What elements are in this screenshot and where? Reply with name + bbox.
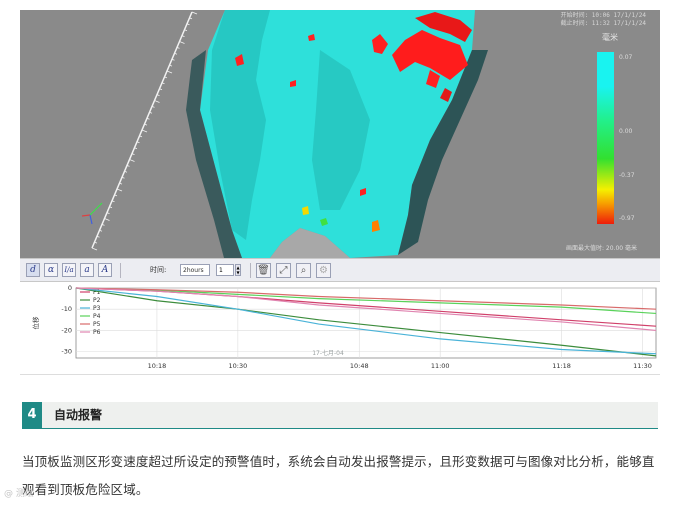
deformation-3d-viewport[interactable]: 开始时间: 10:06 17/1/1/24 截止时间: 11:32 17/1/1… [20, 10, 660, 258]
range-value-input[interactable]: 1 [216, 264, 234, 276]
scale-ruler [91, 11, 198, 251]
delete-icon[interactable]: 🗑 [256, 263, 271, 278]
tool-button-2[interactable]: α [44, 263, 58, 277]
toolbar-divider-2 [250, 263, 251, 278]
x-tick-label: 11:30 [633, 362, 652, 370]
color-scale-bar [597, 52, 614, 224]
ruler-tick [116, 188, 123, 192]
legend-label-p3: P3 [93, 305, 101, 312]
ruler-tick [91, 247, 98, 251]
section-heading: 4 自动报警 [22, 402, 658, 429]
legend-label-p5: P5 [93, 321, 101, 328]
x-tick-label: 10:30 [228, 362, 247, 370]
chart-toolbar: d α I/a a A 时间: 2hours 1 ▲ ▼ 🗑 ⤢ ⌕ ⚙ [20, 258, 660, 282]
ruler-tick [179, 41, 185, 44]
chart-canvas: 0 -10 -20 -30 10:18 10:30 10:48 11:00 11:18 11:30… [31, 284, 657, 370]
tool-button-5[interactable]: A [98, 263, 112, 277]
ruler-tick [141, 129, 148, 133]
legend-tick-mid: 0.00 [619, 128, 633, 135]
axis-gizmo [81, 202, 103, 225]
zoom-icon[interactable]: ⌕ [296, 263, 311, 278]
legend-tick-lower: -0.37 [619, 172, 635, 179]
legend-tick-top: 0.07 [619, 54, 633, 61]
section-number: 4 [22, 402, 42, 428]
x-tick-label: 10:48 [350, 362, 369, 370]
point-cloud-scene [81, 10, 488, 258]
ruler-tick [166, 70, 173, 74]
legend-tick-bottom: -0.97 [619, 215, 635, 222]
x-tick-label: 10:18 [148, 362, 167, 370]
time-range-select[interactable]: 2hours [180, 264, 210, 276]
x-tick-label: 11:18 [552, 362, 571, 370]
watermark: @ 测绘 [4, 489, 34, 499]
ruler-tick [154, 100, 160, 103]
section-title: 自动报警 [54, 408, 103, 422]
tool-button-4[interactable]: a [80, 263, 94, 277]
time-range-label: 时间: [150, 266, 167, 274]
description-paragraph: 当顶板监测区形变速度超过所设定的预警值时，系统会自动发出报警提示，且形变数据可与… [22, 454, 655, 497]
ruler-tick [191, 11, 198, 15]
settings-icon[interactable]: ⚙ [316, 263, 331, 278]
ruler-tick [104, 218, 110, 221]
end-time-line: 截止时间: 11:32 17/1/1/24 [560, 20, 646, 27]
y-axis-label: 位移 [31, 316, 40, 330]
start-time-line: 开始时间: 10:06 17/1/1/24 [560, 12, 646, 19]
scale-max-label: 画面最大值时: 20.00 毫米 [566, 245, 638, 252]
toolbar-divider [120, 263, 121, 278]
range-spinner[interactable]: ▲ ▼ [235, 264, 241, 276]
chart-annotation: 17-七月-04 [312, 349, 344, 357]
tool-button-1[interactable]: d [26, 263, 40, 277]
legend-unit-label: 毫米 [602, 33, 618, 42]
legend-label-p6: P6 [93, 329, 101, 336]
y-tick-label: -10 [61, 305, 72, 313]
y-tick-label: -20 [61, 326, 72, 334]
time-range-info: 开始时间: 10:06 17/1/1/24 截止时间: 11:32 17/1/1… [561, 12, 646, 28]
legend-label-p2: P2 [93, 297, 101, 304]
roof-surface [186, 10, 488, 258]
y-tick-label: 0 [68, 284, 72, 292]
zoom-fit-icon[interactable]: ⤢ [276, 263, 291, 278]
y-tick-label: -30 [61, 348, 72, 356]
tool-button-3[interactable]: I/a [62, 263, 76, 277]
legend-label-p4: P4 [93, 313, 101, 320]
x-tick-label: 11:00 [431, 362, 450, 370]
displacement-chart: 0 -10 -20 -30 10:18 10:30 10:48 11:00 11:18 11:30… [20, 282, 660, 375]
ruler-tick [129, 159, 135, 162]
